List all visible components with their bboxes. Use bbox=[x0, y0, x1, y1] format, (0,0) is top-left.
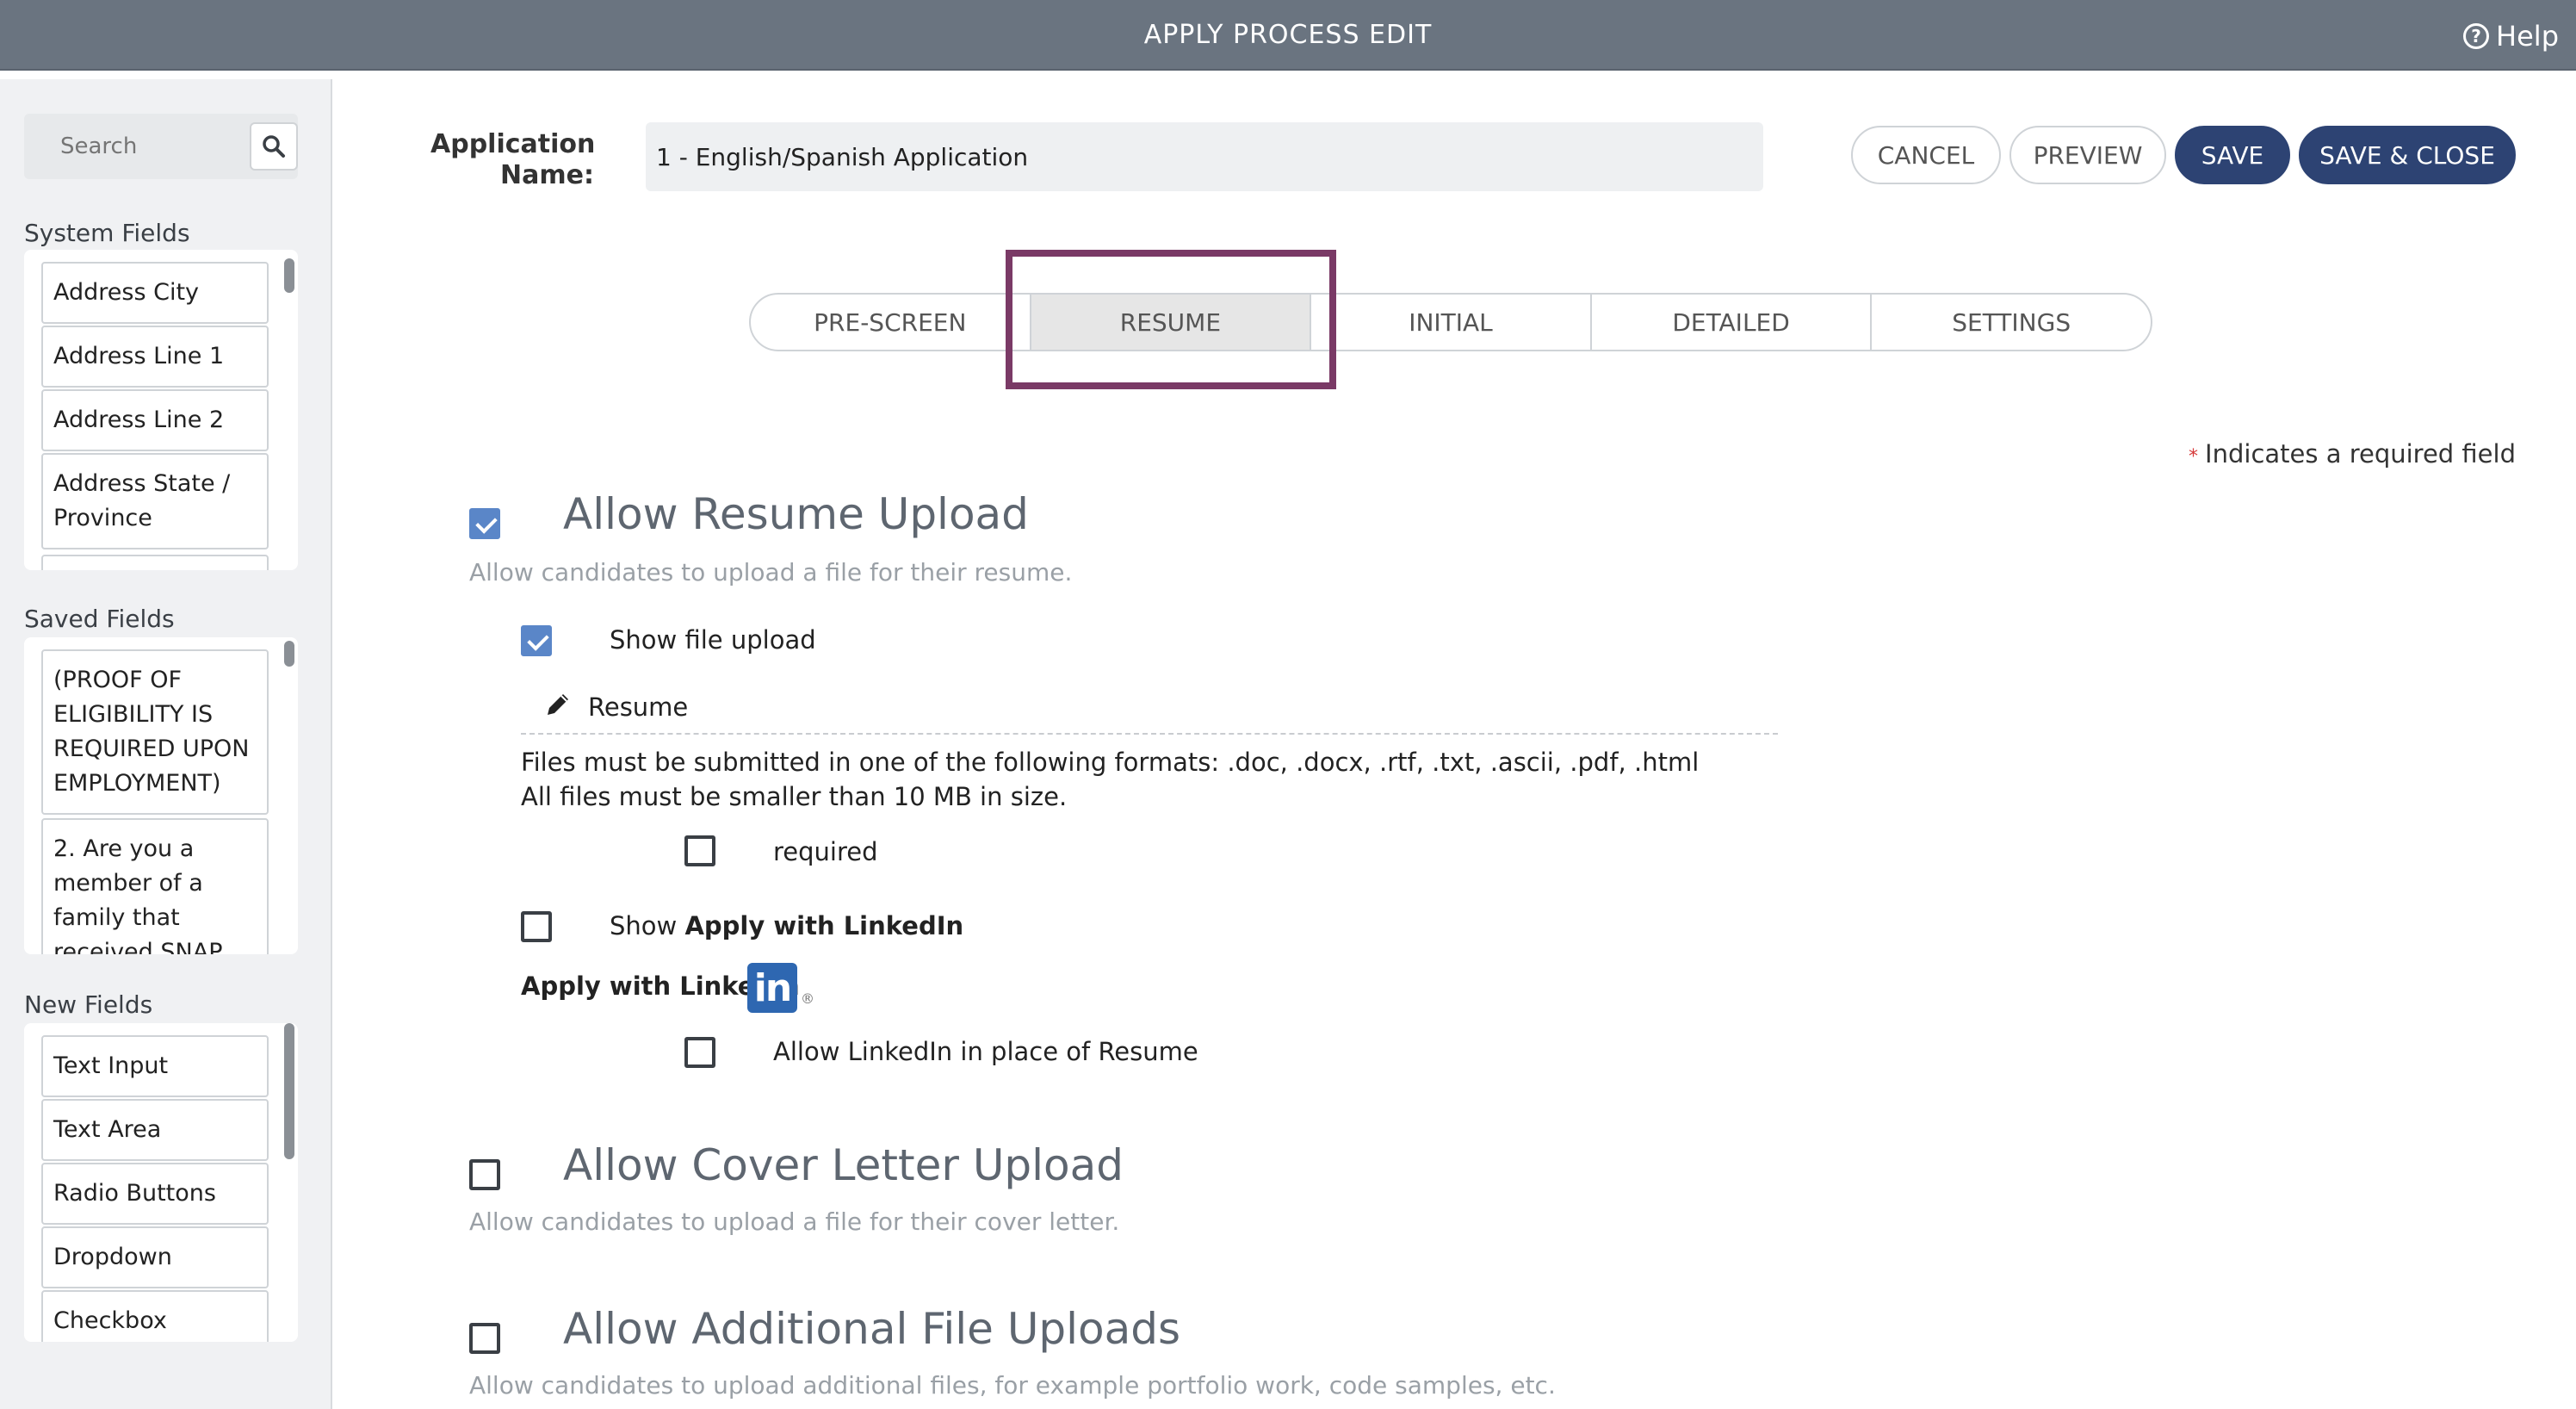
resume-field-label: Resume bbox=[588, 692, 689, 722]
new-fields-scrollbar[interactable] bbox=[284, 1023, 294, 1159]
cover-letter-title: Allow Cover Letter Upload bbox=[563, 1140, 1124, 1190]
system-fields-scrollbar[interactable] bbox=[284, 258, 294, 293]
required-note: * Indicates a required field bbox=[2189, 439, 2516, 469]
saved-fields-label: Saved Fields bbox=[24, 605, 175, 633]
additional-files-title: Allow Additional File Uploads bbox=[563, 1304, 1181, 1354]
system-fields-list: Address City Address Line 1 Address Line… bbox=[24, 250, 298, 570]
file-size-text: All files must be smaller than 10 MB in … bbox=[521, 782, 1068, 811]
allow-resume-checkbox[interactable] bbox=[469, 508, 500, 539]
tab-initial[interactable]: INITIAL bbox=[1311, 295, 1592, 350]
application-name-input[interactable] bbox=[646, 122, 1763, 191]
registered-mark: ® bbox=[801, 990, 814, 1007]
linkedin-replace-resume-checkbox[interactable] bbox=[684, 1037, 715, 1068]
new-fields-label: New Fields bbox=[24, 990, 153, 1019]
preview-button[interactable]: PREVIEW bbox=[2009, 126, 2166, 184]
file-formats-text: Files must be submitted in one of the fo… bbox=[521, 748, 1700, 777]
search-input[interactable] bbox=[24, 114, 248, 179]
tab-detailed[interactable]: DETAILED bbox=[1592, 295, 1873, 350]
system-field-item-partial[interactable] bbox=[41, 555, 269, 570]
application-name-label: Application Name: bbox=[430, 129, 596, 190]
help-icon: ? bbox=[2463, 23, 2490, 49]
new-field-item[interactable]: Radio Buttons bbox=[41, 1163, 269, 1225]
show-apply-linkedin-checkbox[interactable] bbox=[521, 911, 552, 942]
help-label: Help bbox=[2496, 20, 2559, 53]
saved-field-item[interactable]: 2. Are you a member of a family that rec… bbox=[41, 818, 269, 954]
system-field-item[interactable]: Address City bbox=[41, 262, 269, 324]
saved-fields-list: (PROOF OF ELIGIBILITY IS REQUIRED UPON E… bbox=[24, 637, 298, 954]
process-tabs: PRE-SCREEN RESUME INITIAL DETAILED SETTI… bbox=[749, 293, 2152, 351]
cancel-button[interactable]: CANCEL bbox=[1851, 126, 2001, 184]
resume-section-title: Allow Resume Upload bbox=[563, 489, 1029, 539]
tab-settings[interactable]: SETTINGS bbox=[1872, 295, 2151, 350]
show-file-upload-label: Show file upload bbox=[610, 625, 816, 655]
new-field-item[interactable]: Checkbox bbox=[41, 1290, 269, 1342]
system-field-item[interactable]: Address State / Province bbox=[41, 453, 269, 549]
linkedin-logo-icon: in bbox=[747, 963, 797, 1013]
page-title: APPLY PROCESS EDIT bbox=[1143, 20, 1433, 50]
linkedin-replace-resume-label: Allow LinkedIn in place of Resume bbox=[773, 1037, 1198, 1066]
save-close-button[interactable]: SAVE & CLOSE bbox=[2299, 126, 2516, 184]
show-file-upload-checkbox[interactable] bbox=[521, 625, 552, 656]
new-fields-list: Text Input Text Area Radio Buttons Dropd… bbox=[24, 1023, 298, 1342]
saved-fields-scrollbar[interactable] bbox=[284, 641, 294, 667]
allow-cover-letter-checkbox[interactable] bbox=[469, 1159, 500, 1190]
resume-required-checkbox[interactable] bbox=[684, 835, 715, 866]
system-field-item[interactable]: Address Line 1 bbox=[41, 326, 269, 388]
system-field-item[interactable]: Address Line 2 bbox=[41, 389, 269, 451]
help-link[interactable]: ? Help bbox=[2463, 19, 2559, 53]
new-field-item[interactable]: Dropdown bbox=[41, 1226, 269, 1288]
required-asterisk: * bbox=[2189, 446, 2199, 468]
tab-pre-screen[interactable]: PRE-SCREEN bbox=[751, 295, 1031, 350]
additional-files-desc: Allow candidates to upload additional fi… bbox=[469, 1371, 1556, 1400]
allow-additional-files-checkbox[interactable] bbox=[469, 1323, 500, 1354]
search-box bbox=[24, 114, 298, 179]
cover-letter-desc: Allow candidates to upload a file for th… bbox=[469, 1207, 1120, 1236]
active-tab-highlight bbox=[1006, 250, 1336, 389]
pencil-icon[interactable] bbox=[544, 691, 572, 718]
resume-divider bbox=[521, 733, 1778, 735]
new-field-item[interactable]: Text Input bbox=[41, 1035, 269, 1097]
save-button[interactable]: SAVE bbox=[2175, 126, 2290, 184]
saved-field-item[interactable]: (PROOF OF ELIGIBILITY IS REQUIRED UPON E… bbox=[41, 649, 269, 815]
field-sidebar: System Fields Address City Address Line … bbox=[0, 79, 332, 1409]
system-fields-label: System Fields bbox=[24, 219, 190, 247]
search-button[interactable] bbox=[250, 122, 298, 171]
search-icon bbox=[263, 135, 285, 158]
top-bar: APPLY PROCESS EDIT ? Help bbox=[0, 0, 2576, 71]
resume-required-label: required bbox=[773, 837, 878, 866]
resume-section-desc: Allow candidates to upload a file for th… bbox=[469, 558, 1073, 587]
show-apply-linkedin-label: Show Apply with LinkedIn bbox=[610, 911, 964, 940]
new-field-item[interactable]: Text Area bbox=[41, 1099, 269, 1161]
